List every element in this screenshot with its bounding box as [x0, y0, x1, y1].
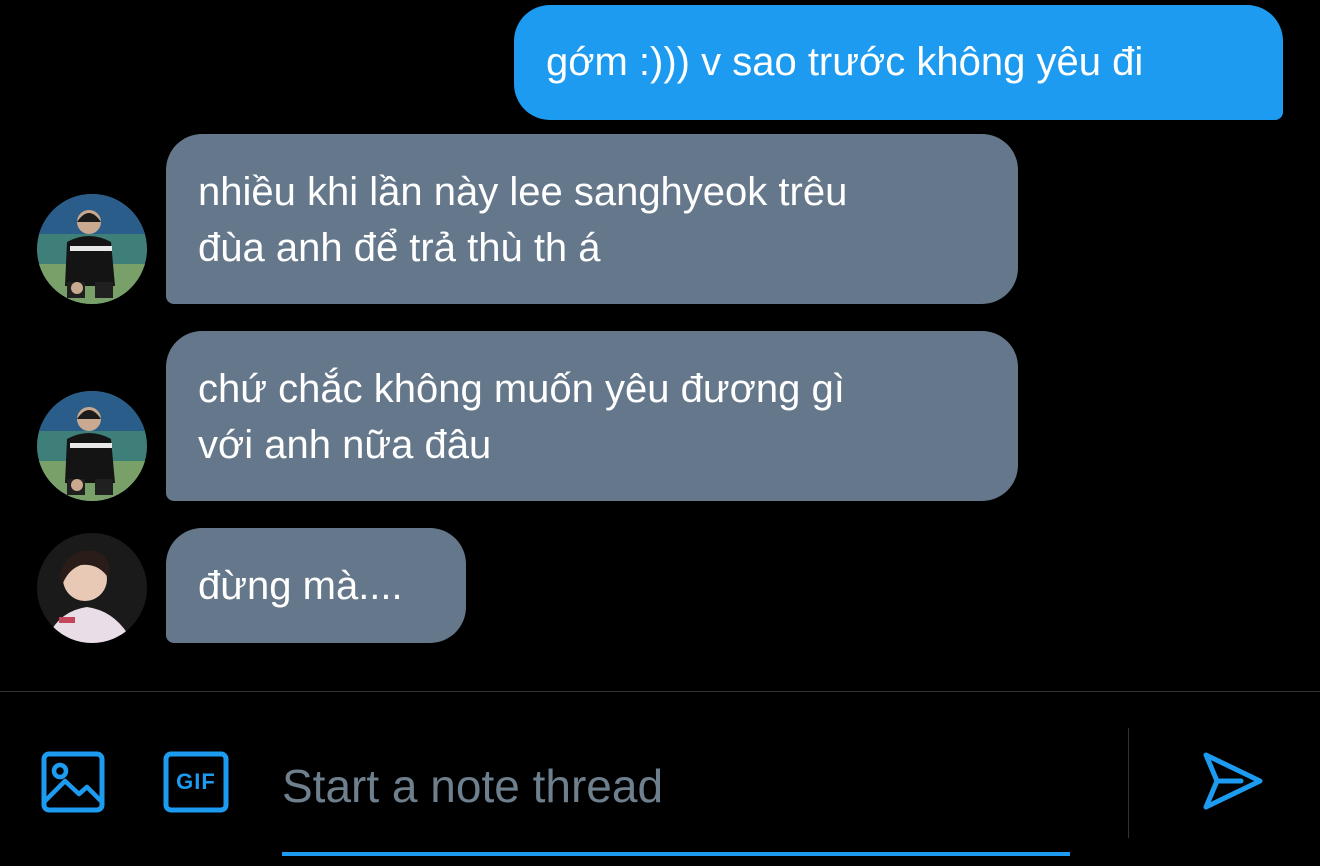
- add-image-button[interactable]: [40, 750, 106, 814]
- sender-avatar[interactable]: [37, 533, 147, 643]
- input-focus-underline: [282, 852, 1070, 856]
- contact-avatar[interactable]: [37, 194, 147, 304]
- send-divider: [1128, 728, 1129, 838]
- sent-message-bubble[interactable]: gớm :))) v sao trước không yêu đi: [514, 5, 1283, 120]
- message-text-line: với anh nữa đâu: [198, 423, 492, 467]
- avatar-photo: [37, 533, 147, 643]
- add-gif-button[interactable]: GIF: [162, 750, 230, 814]
- send-icon: [1203, 752, 1263, 810]
- send-button[interactable]: [1200, 748, 1266, 814]
- message-text-line: nhiều khi lần này lee sanghyeok trêu: [198, 170, 848, 214]
- message-text: đừng mà....: [198, 564, 403, 608]
- composer-divider: [0, 691, 1320, 692]
- message-text-line: đùa anh để trả thù th á: [198, 226, 601, 270]
- avatar-photo: [37, 391, 147, 501]
- received-message-bubble[interactable]: chứ chắc không muốn yêu đương gì với anh…: [166, 331, 1018, 501]
- message-text: gớm :))) v sao trước không yêu đi: [546, 40, 1144, 84]
- received-message-bubble[interactable]: nhiều khi lần này lee sanghyeok trêu đùa…: [166, 134, 1018, 304]
- message-text-line: chứ chắc không muốn yêu đương gì: [198, 367, 845, 411]
- avatar-photo: [37, 194, 147, 304]
- note-thread-input[interactable]: [282, 748, 1072, 824]
- gif-label: GIF: [176, 769, 216, 794]
- received-message-bubble[interactable]: đừng mà....: [166, 528, 466, 643]
- image-icon: [41, 751, 105, 813]
- contact-avatar[interactable]: [37, 391, 147, 501]
